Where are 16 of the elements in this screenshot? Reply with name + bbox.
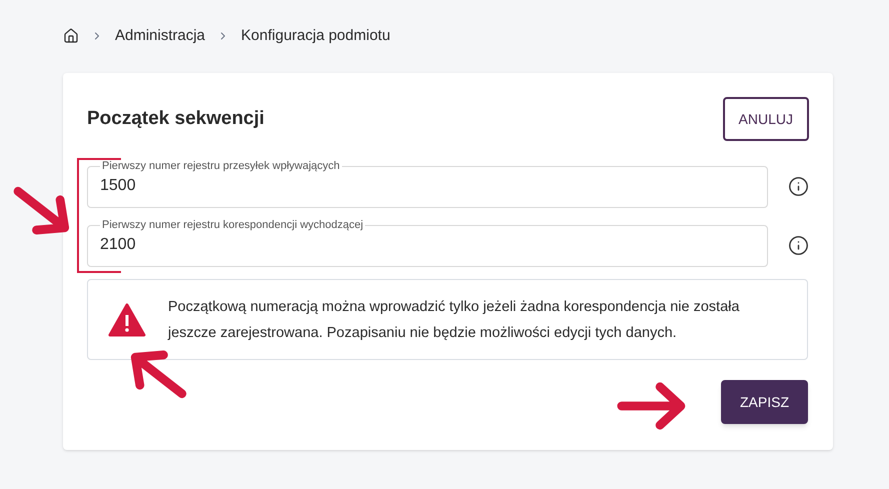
breadcrumb-link[interactable]: Konfiguracja podmiotu bbox=[241, 24, 390, 48]
save-button[interactable]: ZAPISZ bbox=[721, 380, 808, 424]
breadcrumb-link[interactable]: Administracja bbox=[115, 24, 206, 48]
cancel-button[interactable]: ANULUJ bbox=[722, 97, 809, 141]
home-icon[interactable] bbox=[63, 28, 79, 44]
info-icon[interactable] bbox=[788, 235, 809, 256]
warning-text: Początkową numeracją można wprowadzić tylko jeżeli żadna korespondencja nie została jeszcze zarejestrowana. Pozapisaniu nie będzie możliwości edycji tych danych. bbox=[168, 298, 740, 342]
input-field[interactable]: Pierwszy numer rejestru przesyłek wpływających 1500 bbox=[87, 158, 768, 208]
card-title: Początek sekwencji bbox=[87, 106, 264, 131]
field-label: Pierwszy numer rejestru korespondencji wychodzącej bbox=[101, 218, 364, 233]
field-value: 1500 bbox=[100, 176, 137, 196]
warning-icon bbox=[108, 302, 146, 336]
input-field[interactable]: Pierwszy numer rejestru korespondencji wychodzącej 2100 bbox=[87, 217, 768, 267]
info-icon[interactable] bbox=[788, 176, 809, 197]
field-label: Pierwszy numer rejestru przesyłek wpływających bbox=[101, 159, 341, 174]
field-value: 2100 bbox=[100, 234, 137, 254]
